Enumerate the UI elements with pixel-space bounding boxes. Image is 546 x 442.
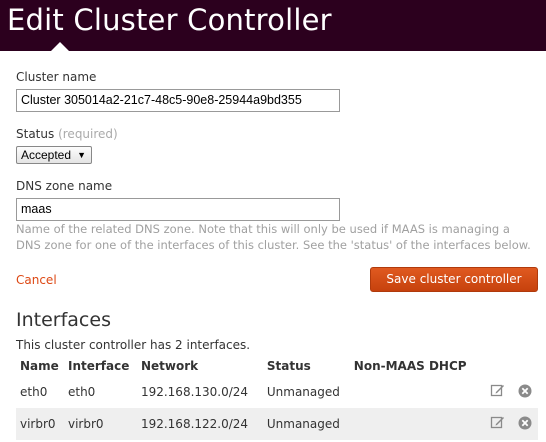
cell-actions — [477, 376, 538, 408]
status-label-text: Status — [16, 127, 55, 141]
cluster-name-label: Cluster name — [16, 70, 97, 84]
table-row: virbr0 virbr0 192.168.122.0/24 Unmanaged — [16, 408, 538, 440]
column-header-name: Name — [20, 359, 59, 373]
dns-zone-label: DNS zone name — [16, 179, 113, 193]
header-notch — [51, 42, 69, 51]
cell-interface: virbr0 — [63, 408, 137, 440]
interfaces-table: Name Interface Network Status Non-MAAS D… — [16, 356, 538, 440]
save-button[interactable]: Save cluster controller — [370, 267, 538, 292]
table-row: eth0 eth0 192.168.130.0/24 Unmanaged — [16, 376, 538, 408]
status-select-value: Accepted — [21, 148, 72, 162]
cell-network: 192.168.130.0/24 — [140, 385, 249, 399]
status-select[interactable]: Accepted ▼ — [16, 146, 92, 164]
cell-status: Unmanaged — [266, 385, 340, 399]
dns-zone-input[interactable]: maas — [16, 198, 340, 221]
delete-icon[interactable] — [518, 384, 532, 401]
page-header: Edit Cluster Controller — [0, 0, 546, 51]
cell-name: virbr0 — [16, 408, 64, 440]
cell-actions — [477, 408, 538, 440]
interfaces-summary: This cluster controller has 2 interfaces… — [16, 338, 251, 352]
delete-icon[interactable] — [518, 416, 532, 433]
interfaces-title: Interfaces — [16, 309, 111, 331]
table-header-row: Name Interface Network Status Non-MAAS D… — [16, 356, 538, 376]
cell-dhcp — [349, 408, 478, 440]
cell-dhcp — [350, 376, 477, 408]
column-header-actions — [477, 356, 538, 376]
chevron-down-icon: ▼ — [77, 150, 86, 160]
column-header-dhcp: Non-MAAS DHCP — [353, 359, 467, 373]
status-label: Status (required) — [16, 127, 118, 141]
column-header-status: Status — [266, 359, 311, 373]
cell-interface: eth0 — [67, 385, 96, 399]
cluster-name-input[interactable]: Cluster 305014a2-21c7-48c5-90e8-25944a9b… — [16, 89, 340, 112]
cell-status: Unmanaged — [262, 408, 350, 440]
cell-network: 192.168.122.0/24 — [136, 408, 263, 440]
status-required-note: (required) — [58, 127, 118, 141]
cell-name: eth0 — [20, 385, 48, 399]
dns-zone-help: Name of the related DNS zone. Note that … — [16, 222, 531, 252]
column-header-interface: Interface — [67, 359, 130, 373]
edit-icon[interactable] — [490, 415, 505, 433]
page-title: Edit Cluster Controller — [7, 3, 332, 37]
cancel-link[interactable]: Cancel — [16, 273, 57, 287]
edit-icon[interactable] — [490, 383, 505, 401]
column-header-network: Network — [140, 359, 199, 373]
